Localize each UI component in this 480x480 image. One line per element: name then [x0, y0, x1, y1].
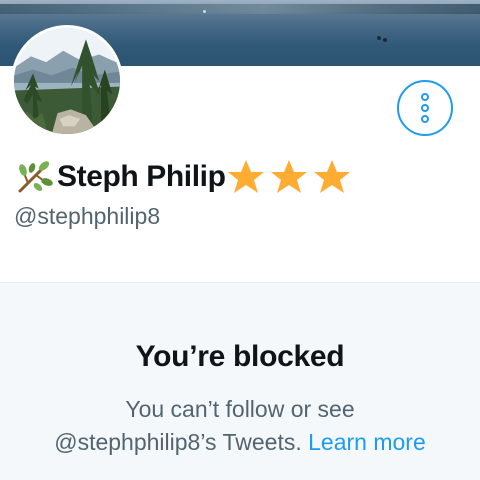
avatar-landscape-image	[14, 28, 120, 134]
more-options-icon	[421, 115, 429, 123]
herb-branch-icon	[14, 157, 54, 197]
blocked-message-text: @stephphilip8’s Tweets.	[54, 429, 309, 455]
profile-page: Steph Philip @stephphilip8 You’re blocke…	[0, 0, 480, 480]
blocked-title: You’re blocked	[135, 340, 345, 373]
banner-boat	[203, 10, 206, 13]
star-icon	[269, 157, 312, 197]
banner-hills	[0, 4, 480, 14]
blocked-message-line1: You can’t follow or see	[125, 396, 355, 422]
display-name-row: Steph Philip	[14, 157, 355, 197]
learn-more-link[interactable]: Learn more	[308, 429, 426, 455]
banner-swimmer	[383, 38, 387, 42]
star-icon	[226, 157, 269, 197]
display-name: Steph Philip	[57, 160, 226, 193]
profile-handle: @stephphilip8	[14, 203, 161, 229]
avatar[interactable]	[11, 25, 123, 137]
banner-swimmer	[377, 36, 381, 40]
star-icon	[312, 157, 355, 197]
more-options-icon	[421, 104, 429, 112]
blocked-message-line2: @stephphilip8’s Tweets. Learn more	[0, 429, 480, 456]
more-options-icon	[421, 93, 429, 101]
more-options-button[interactable]	[397, 80, 453, 136]
